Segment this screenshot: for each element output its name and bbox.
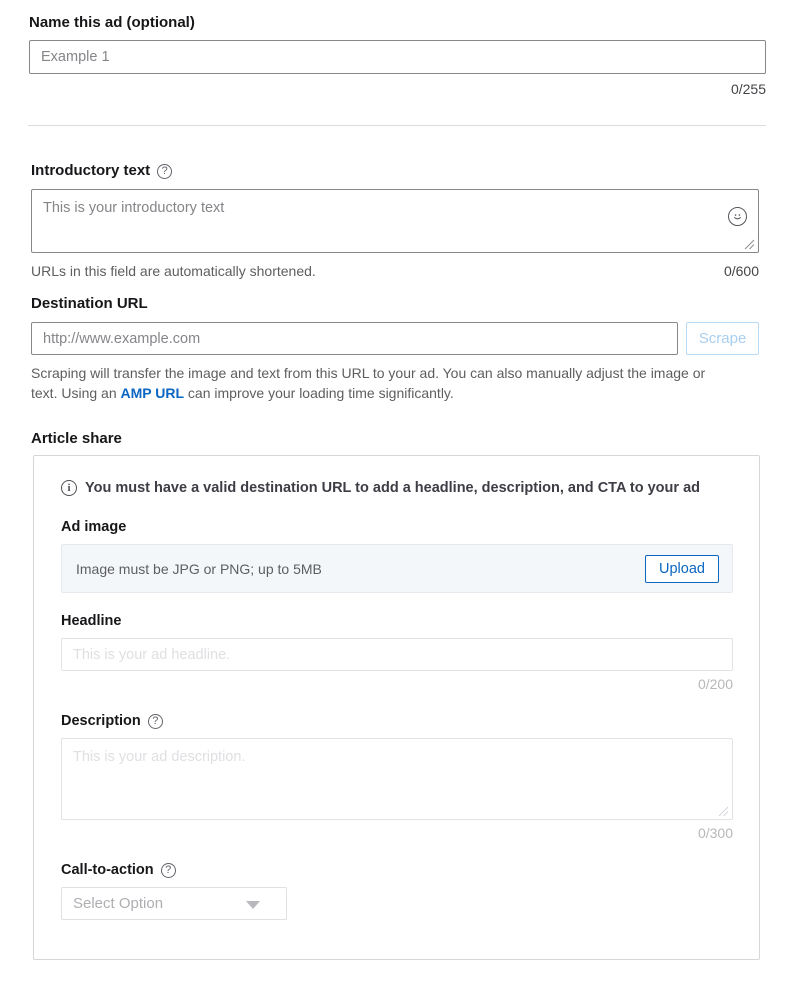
destination-url-section: Destination URL Scrape Scraping will tra… <box>31 295 759 403</box>
name-ad-counter: 0/255 <box>730 81 766 97</box>
section-divider <box>28 125 766 126</box>
introductory-text-footer: URLs in this field are automatically sho… <box>31 261 759 281</box>
ad-creation-form: Name this ad (optional) 0/255 Introducto… <box>0 0 792 982</box>
call-to-action-selected-value: Select Option <box>73 895 164 912</box>
description-label: Description ? <box>61 713 733 729</box>
destination-url-required-notice: i You must have a valid destination URL … <box>61 478 733 498</box>
headline-label: Headline <box>61 613 122 629</box>
ad-image-upload-row: Image must be JPG or PNG; up to 5MB Uplo… <box>61 544 733 593</box>
scrape-button[interactable]: Scrape <box>686 322 759 355</box>
question-circle-icon[interactable]: ? <box>147 713 163 729</box>
call-to-action-label-text: Call-to-action <box>61 862 154 878</box>
headline-counter: 0/200 <box>697 676 733 692</box>
introductory-textarea-wrapper <box>31 189 759 253</box>
call-to-action-label: Call-to-action ? <box>61 862 733 878</box>
article-share-card: i You must have a valid destination URL … <box>33 455 760 960</box>
destination-url-helper: Scraping will transfer the image and tex… <box>31 363 731 403</box>
upload-button[interactable]: Upload <box>645 554 719 583</box>
destination-url-helper-part2: can improve your loading time significan… <box>184 385 454 401</box>
introductory-text-helper: URLs in this field are automatically sho… <box>31 263 316 279</box>
introductory-text-label: Introductory text ? <box>31 162 759 180</box>
headline-input[interactable] <box>61 638 733 671</box>
description-label-text: Description <box>61 713 141 729</box>
introductory-text-textarea[interactable] <box>31 189 759 253</box>
introductory-text-label-text: Introductory text <box>31 162 151 179</box>
description-textarea[interactable] <box>61 738 733 820</box>
name-ad-label: Name this ad (optional) <box>29 14 195 31</box>
smiley-face-icon[interactable] <box>728 207 747 226</box>
name-ad-input[interactable] <box>29 40 766 74</box>
name-ad-section: Name this ad (optional) 0/255 <box>29 14 766 98</box>
info-circle-icon: i <box>61 480 77 496</box>
call-to-action-select[interactable]: Select Option <box>61 887 287 920</box>
introductory-text-counter: 0/600 <box>723 263 759 279</box>
article-share-card-inner: i You must have a valid destination URL … <box>34 456 759 920</box>
chevron-down-icon <box>246 901 260 909</box>
introductory-text-section: Introductory text ? URLs in this field a… <box>31 162 759 281</box>
question-circle-icon[interactable]: ? <box>160 862 176 878</box>
smiley-face-glyph <box>734 214 741 220</box>
question-circle-icon[interactable]: ? <box>157 163 173 179</box>
ad-image-hint: Image must be JPG or PNG; up to 5MB <box>76 560 322 577</box>
notice-text: You must have a valid destination URL to… <box>85 480 700 496</box>
destination-url-label: Destination URL <box>31 295 148 312</box>
destination-url-input[interactable] <box>31 322 679 355</box>
description-textarea-wrapper <box>61 738 733 820</box>
amp-url-link[interactable]: AMP URL <box>121 385 185 401</box>
description-counter: 0/300 <box>697 825 733 841</box>
destination-url-row: Scrape <box>31 322 759 355</box>
article-share-label: Article share <box>31 430 122 447</box>
ad-image-label: Ad image <box>61 519 127 535</box>
